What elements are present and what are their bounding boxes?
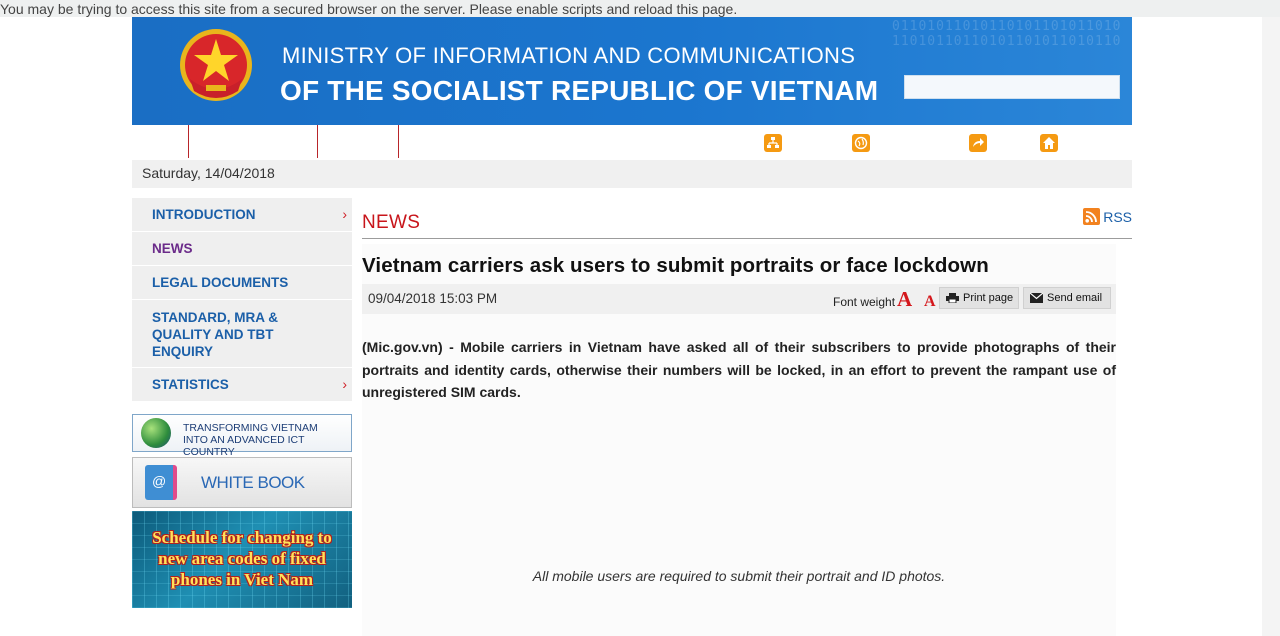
envelope-icon bbox=[1030, 293, 1043, 303]
utility-label: Vietnamese version bbox=[876, 137, 982, 151]
chevron-right-icon: › bbox=[342, 375, 347, 392]
sidebar-item-standard-mra[interactable]: STANDARD, MRA & QUALITY AND TBT ENQUIRY bbox=[132, 300, 352, 368]
utility-label: Sitemap bbox=[788, 137, 833, 151]
area-codes-banner[interactable]: Schedule for changing to new area codes … bbox=[132, 511, 352, 608]
image-caption: All mobile users are required to submit … bbox=[532, 568, 946, 584]
nav-separator bbox=[188, 125, 189, 158]
section-title: NEWS bbox=[362, 212, 421, 233]
article-lead: (Mic.gov.vn) - Mobile carriers in Vietna… bbox=[362, 336, 1116, 404]
article-lead-text: Mobile carriers in Vietnam have asked al… bbox=[362, 339, 1117, 400]
top-navigation: ⌂ Minister's Info Contact Sitemap Vietna… bbox=[132, 125, 1132, 160]
arrow-icon bbox=[969, 134, 987, 152]
binary-pattern: 01101011010110101101011010 1101011011010… bbox=[892, 19, 1122, 49]
nav-item-contact[interactable]: Contact bbox=[336, 125, 377, 158]
globe-icon bbox=[852, 134, 870, 152]
send-email-label: Send email bbox=[1047, 292, 1103, 304]
sidebar-menu: INTRODUCTION › NEWS LEGAL DOCUMENTS STAN… bbox=[132, 198, 352, 402]
sidebar-item-news[interactable]: NEWS bbox=[132, 232, 352, 266]
utility-label: Home page bbox=[1064, 137, 1127, 151]
print-page-button[interactable]: Print page bbox=[939, 287, 1019, 309]
home-icon bbox=[1040, 134, 1058, 152]
utility-label: Feedback bbox=[993, 137, 1046, 151]
main-content: NEWS RSS Vietnam carriers ask users to s… bbox=[362, 198, 1132, 636]
nav-separator bbox=[317, 125, 318, 158]
current-date: Saturday, 14/04/2018 bbox=[142, 165, 275, 181]
white-book-banner[interactable]: WHITE BOOK bbox=[132, 457, 352, 508]
header-title-line2: OF THE SOCIALIST REPUBLIC OF VIETNAM bbox=[280, 75, 879, 106]
noscript-warning: You may be trying to access this site fr… bbox=[0, 1, 738, 17]
sidebar-item-label: STANDARD, MRA & QUALITY AND TBT ENQUIRY bbox=[152, 310, 278, 359]
article-source: (Mic.gov.vn) - bbox=[362, 339, 454, 355]
printer-icon bbox=[946, 293, 959, 303]
font-decrease-button[interactable]: A bbox=[924, 293, 936, 311]
article-headline: Vietnam carriers ask users to submit por… bbox=[362, 254, 989, 277]
sidebar-item-introduction[interactable]: INTRODUCTION › bbox=[132, 198, 352, 232]
area-codes-banner-text: Schedule for changing to new area codes … bbox=[152, 528, 332, 589]
sidebar-item-statistics[interactable]: STATISTICS › bbox=[132, 368, 352, 402]
sidebar-item-label: LEGAL DOCUMENTS bbox=[152, 275, 289, 290]
ict-banner-text: TRANSFORMING VIETNAM INTO AN ADVANCED IC… bbox=[183, 422, 318, 458]
article-meta-bar: 09/04/2018 15:03 PM Font weight A A Prin… bbox=[362, 284, 1116, 314]
globe-icon bbox=[141, 418, 171, 448]
home-icon[interactable]: ⌂ bbox=[150, 125, 157, 158]
font-weight-label: Font weight bbox=[833, 295, 896, 309]
nav-item-ministers-info[interactable]: Minister's Info bbox=[208, 125, 282, 158]
white-book-label: WHITE BOOK bbox=[201, 473, 305, 492]
rss-icon bbox=[1083, 208, 1101, 225]
national-emblem-icon bbox=[180, 29, 252, 101]
sidebar-item-label: INTRODUCTION bbox=[152, 207, 256, 222]
chevron-right-icon: › bbox=[342, 205, 347, 222]
rss-link[interactable]: RSS bbox=[1083, 208, 1132, 226]
date-bar: Saturday, 14/04/2018 bbox=[132, 160, 1132, 188]
nav-separator bbox=[398, 125, 399, 158]
sitemap-icon bbox=[764, 134, 782, 152]
ict-country-banner[interactable]: TRANSFORMING VIETNAM INTO AN ADVANCED IC… bbox=[132, 414, 352, 458]
article: Vietnam carriers ask users to submit por… bbox=[362, 244, 1116, 636]
page-container: 01101011010110101101011010 1101011011010… bbox=[0, 17, 1262, 636]
sidebar-item-label: NEWS bbox=[152, 241, 193, 256]
font-increase-button[interactable]: A bbox=[897, 288, 912, 310]
rss-label: RSS bbox=[1103, 209, 1132, 225]
sidebar-item-legal-documents[interactable]: LEGAL DOCUMENTS bbox=[132, 266, 352, 300]
print-page-label: Print page bbox=[963, 292, 1014, 304]
send-email-button[interactable]: Send email bbox=[1023, 287, 1111, 309]
book-icon bbox=[145, 465, 177, 500]
page-gutter bbox=[1262, 17, 1280, 636]
site-header-banner: 01101011010110101101011010 1101011011010… bbox=[132, 17, 1132, 125]
sidebar-item-label: STATISTICS bbox=[152, 377, 229, 392]
article-datetime: 09/04/2018 15:03 PM bbox=[368, 291, 498, 306]
section-divider bbox=[362, 238, 1132, 239]
search-input[interactable] bbox=[904, 75, 1120, 99]
header-title-line1: MINISTRY OF INFORMATION AND COMMUNICATIO… bbox=[282, 43, 856, 68]
